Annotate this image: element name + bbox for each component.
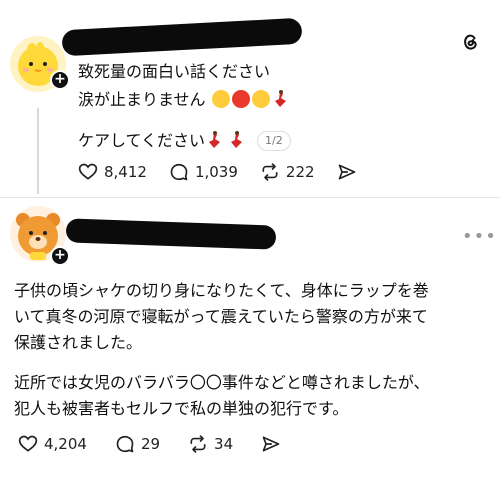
comment-icon <box>116 435 134 453</box>
reply-count: 1,039 <box>194 163 238 181</box>
dancer-emoji-icon <box>209 131 221 148</box>
dancer-emoji-icon <box>231 131 243 148</box>
dancer-emoji-icon <box>274 90 286 107</box>
repost-button[interactable]: 34 <box>188 434 233 454</box>
share-button[interactable] <box>261 434 287 454</box>
comment-icon <box>170 163 188 181</box>
like-button[interactable]: 4,204 <box>18 434 87 454</box>
repost-count: 34 <box>214 435 234 453</box>
more-options-icon[interactable]: ••• <box>462 226 497 247</box>
post2-p1-line2: いて真冬の河原で寝転がって震えていたら警察の方が来て <box>14 307 428 326</box>
post2-p2-line2: 犯人も被害者もセルフで私の単独の犯行です。 <box>14 399 349 418</box>
pleading-face-emoji-icon <box>251 90 270 108</box>
repost-icon <box>262 163 278 181</box>
post1-line3-row: ケアしてください 1/2 <box>78 127 291 155</box>
post1-line3: ケアしてください <box>78 131 206 150</box>
page-counter: 1/2 <box>257 131 291 151</box>
redacted-username <box>65 218 277 250</box>
heart-icon <box>18 435 38 452</box>
angry-face-emoji-icon <box>231 90 250 108</box>
post2-actions: 4,204 29 34 <box>18 434 309 454</box>
follow-plus-icon[interactable]: + <box>50 246 70 266</box>
post2-paragraph1: 子供の頃シャケの切り身になりたくて、身体にラップを巻 いて真冬の河原で寝転がって… <box>14 278 494 356</box>
repost-icon <box>190 435 206 453</box>
post2-p1-line3: 保護されました。 <box>14 333 143 352</box>
share-icon <box>262 436 280 452</box>
post1-line2-row: 涙が止まりません <box>78 86 293 114</box>
hand-over-mouth-emoji-icon <box>211 90 230 108</box>
reply-count: 29 <box>140 435 161 453</box>
share-button[interactable] <box>337 162 363 182</box>
like-button[interactable]: 8,412 <box>78 162 147 182</box>
post2-p2-line1: 近所では女児のバラバラ〇〇事件などと噂されましたが、 <box>14 373 430 392</box>
heart-icon <box>78 163 98 180</box>
post1-line1: 致死量の面白い話ください <box>78 62 271 81</box>
repost-count: 222 <box>285 163 315 181</box>
follow-plus-icon[interactable]: + <box>50 70 70 90</box>
like-count: 4,204 <box>44 435 87 453</box>
reply-button[interactable]: 29 <box>115 434 160 454</box>
post1-line2: 涙が止まりません <box>78 90 206 109</box>
share-icon <box>338 164 355 180</box>
reply-button[interactable]: 1,039 <box>169 162 238 182</box>
redacted-username <box>61 17 303 57</box>
threads-logo-icon[interactable] <box>460 32 480 52</box>
post2-p1-line1: 子供の頃シャケの切り身になりたくて、身体にラップを巻 <box>14 281 429 300</box>
repost-button[interactable]: 222 <box>260 162 315 182</box>
post2-paragraph2: 近所では女児のバラバラ〇〇事件などと噂されましたが、 犯人も被害者もセルフで私の… <box>14 370 494 422</box>
post1-actions: 8,412 1,039 222 <box>78 162 385 182</box>
thread-connector <box>37 108 39 194</box>
post-divider <box>0 197 500 198</box>
like-count: 8,412 <box>104 163 147 181</box>
